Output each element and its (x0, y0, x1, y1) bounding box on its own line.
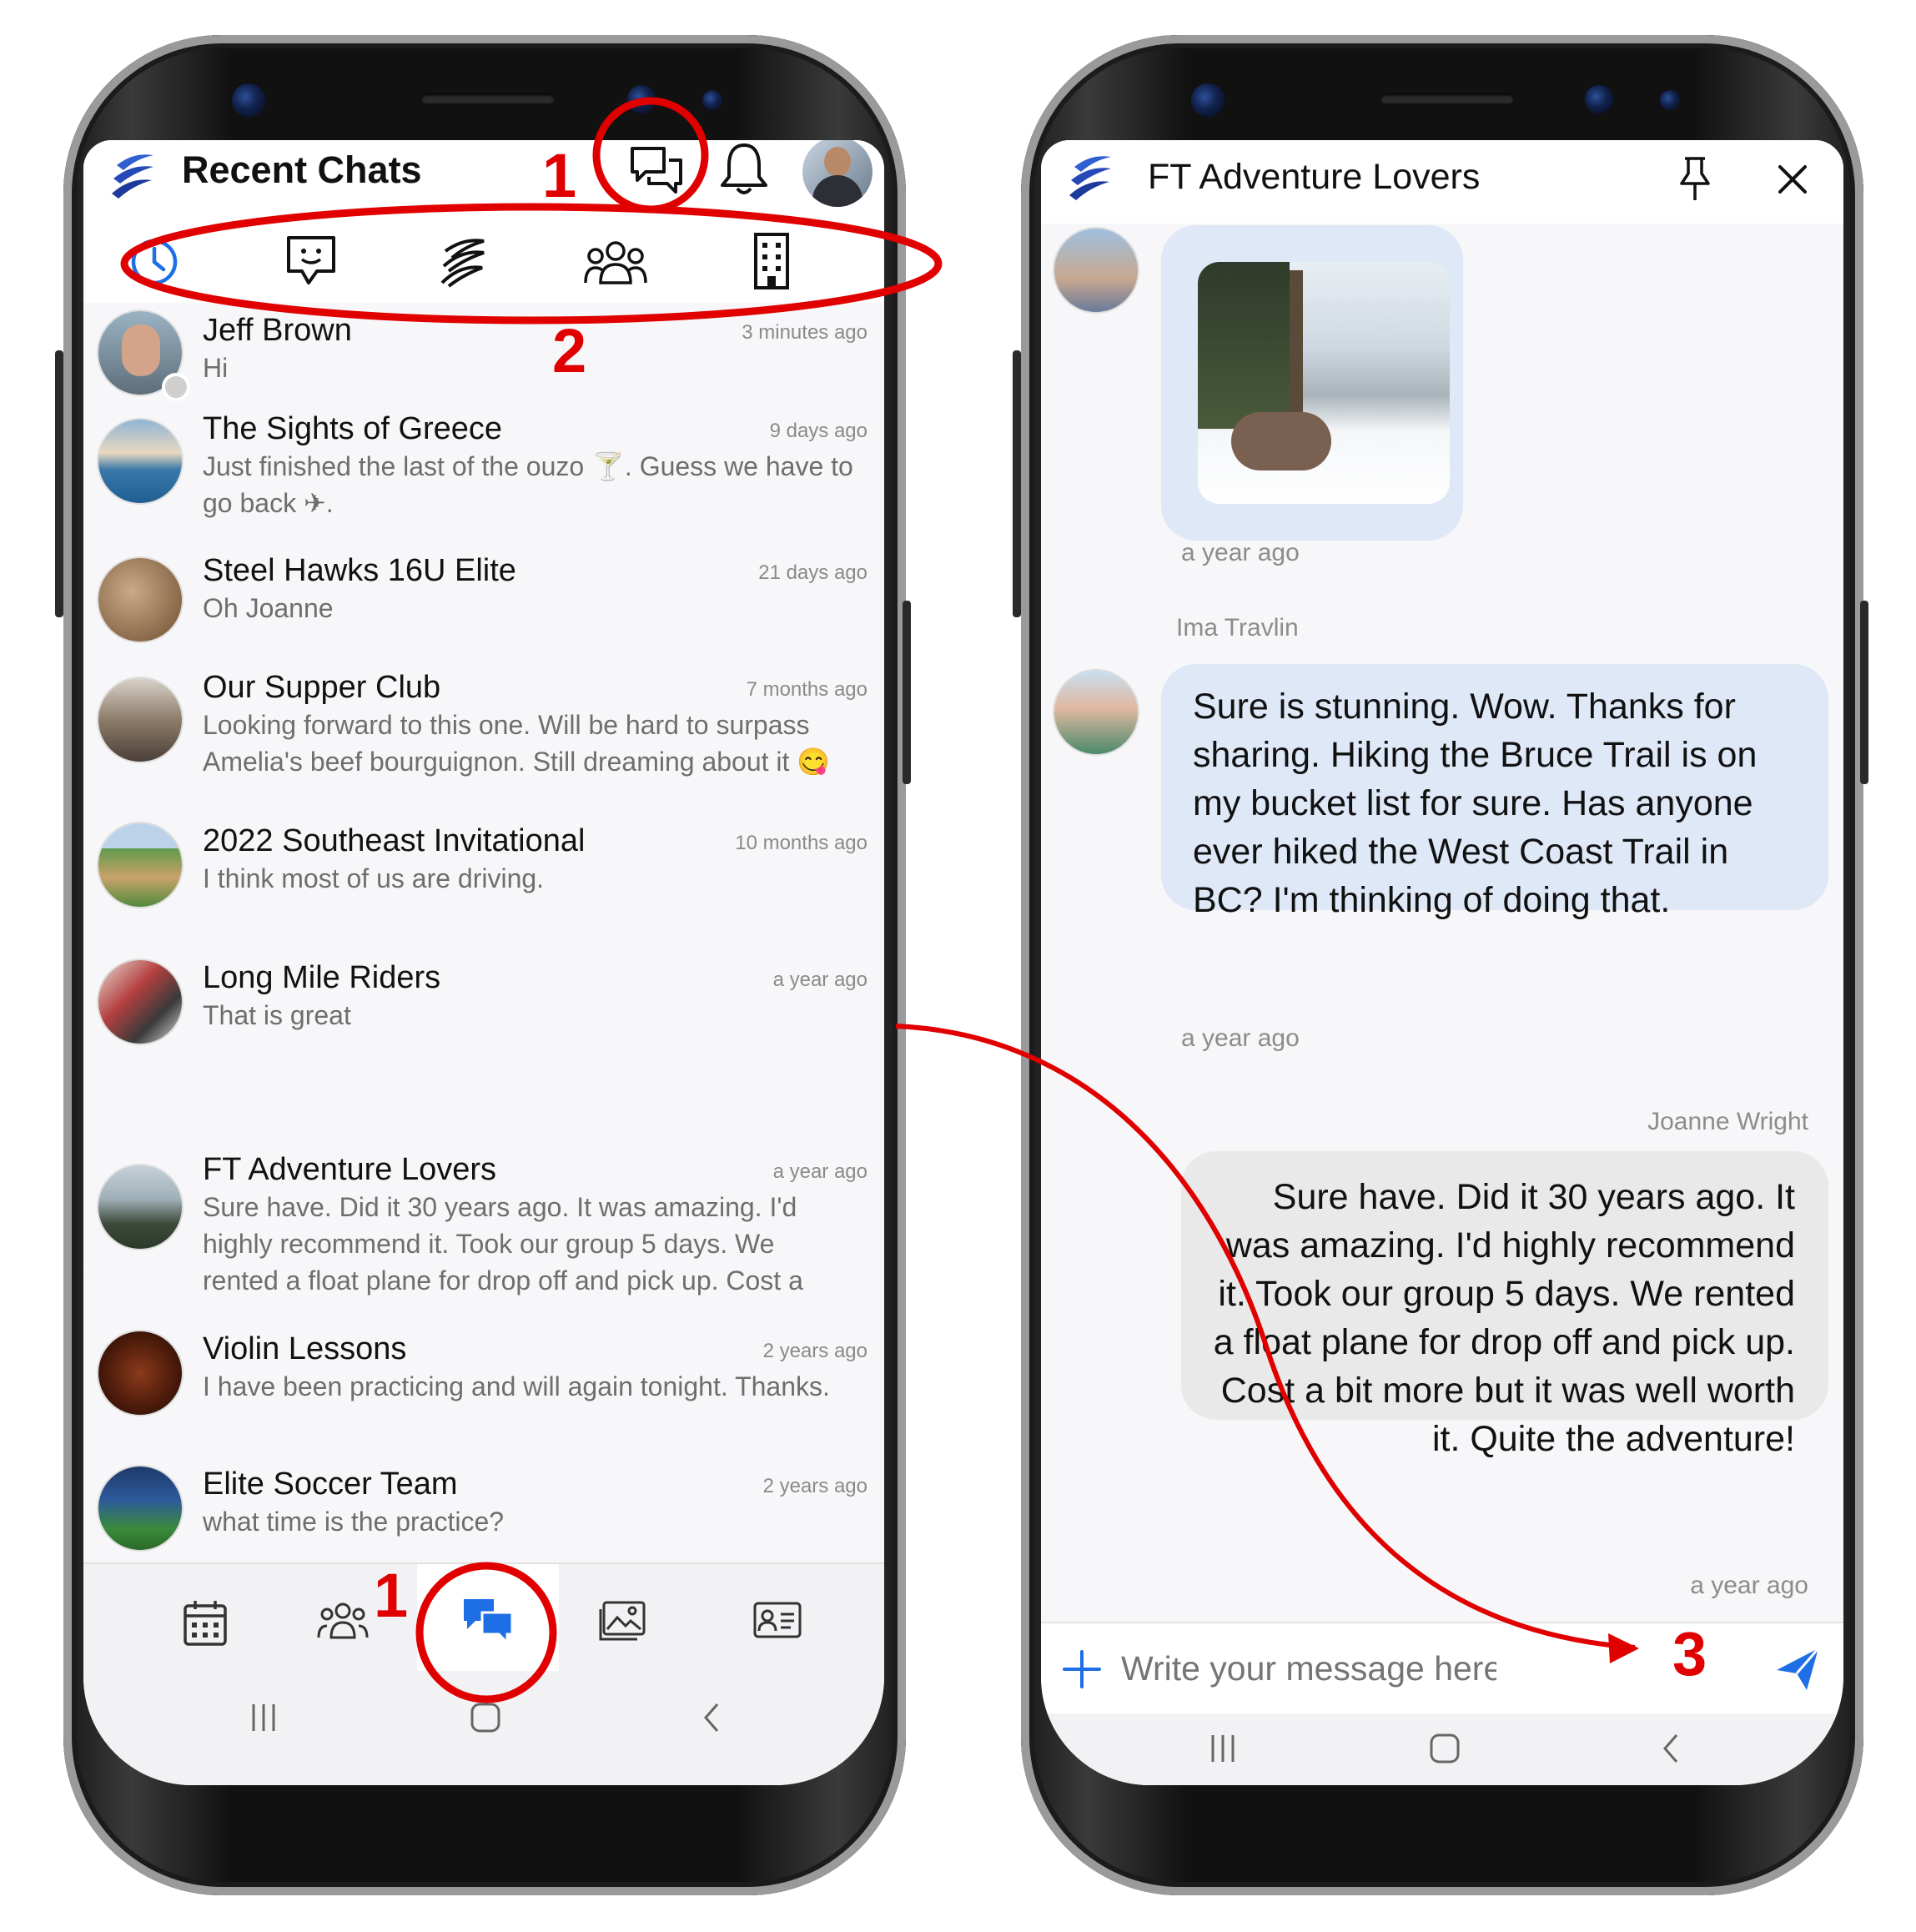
annotation-label-2: 2 (552, 316, 587, 385)
annotation-label-1: 1 (542, 141, 577, 210)
annotation-label-3: 3 (1672, 1619, 1707, 1688)
annotation-circle-chats (592, 97, 709, 214)
annotation-arrowhead (1608, 1633, 1639, 1663)
annotation-overlay (120, 97, 1639, 1703)
annotation-label-1-bottom: 1 (374, 1561, 409, 1630)
annotation-ellipse-tabs (120, 203, 943, 325)
annotation-arrow-path (895, 1024, 1636, 1650)
annotation-circle-chat-tab (415, 1562, 557, 1703)
